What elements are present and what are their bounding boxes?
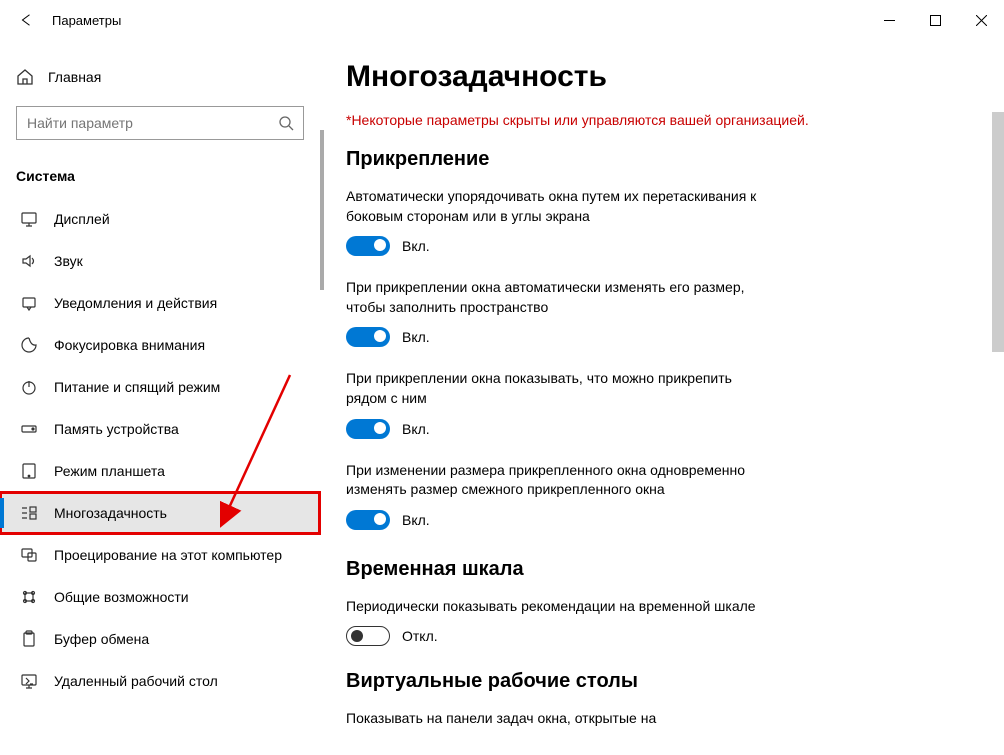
power-icon bbox=[20, 378, 38, 396]
clipboard-icon bbox=[20, 630, 38, 648]
snap-desc-1: При прикреплении окна автоматически изме… bbox=[346, 278, 776, 317]
snap-toggle-1[interactable] bbox=[346, 327, 390, 347]
back-button[interactable] bbox=[14, 8, 38, 32]
snap-toggle-label-0: Вкл. bbox=[402, 238, 430, 254]
focus-icon bbox=[20, 336, 38, 354]
sidebar-item-label: Общие возможности bbox=[54, 589, 189, 605]
snap-desc-2: При прикреплении окна показывать, что мо… bbox=[346, 369, 776, 408]
snap-desc-3: При изменении размера прикрепленного окн… bbox=[346, 461, 776, 500]
minimize-button[interactable] bbox=[866, 4, 912, 36]
window-controls bbox=[866, 4, 1004, 36]
snap-toggle-label-2: Вкл. bbox=[402, 421, 430, 437]
titlebar: Параметры bbox=[0, 0, 1004, 40]
home-label: Главная bbox=[48, 69, 101, 85]
sidebar-item-remote[interactable]: Удаленный рабочий стол bbox=[0, 660, 320, 702]
section-label: Система bbox=[0, 148, 320, 198]
snap-heading: Прикрепление bbox=[346, 148, 976, 171]
snap-toggle-0[interactable] bbox=[346, 236, 390, 256]
sidebar-item-label: Буфер обмена bbox=[54, 631, 149, 647]
sidebar-item-project[interactable]: Проецирование на этот компьютер bbox=[0, 534, 320, 576]
timeline-toggle-label: Откл. bbox=[402, 628, 438, 644]
sidebar-item-label: Уведомления и действия bbox=[54, 295, 217, 311]
sidebar-item-label: Проецирование на этот компьютер bbox=[54, 547, 282, 563]
virtual-heading: Виртуальные рабочие столы bbox=[346, 670, 976, 693]
sidebar-item-label: Память устройства bbox=[54, 421, 179, 437]
snap-toggle-2[interactable] bbox=[346, 419, 390, 439]
storage-icon bbox=[20, 420, 38, 438]
sidebar-item-clipboard[interactable]: Буфер обмена bbox=[0, 618, 320, 660]
multitask-icon bbox=[20, 504, 38, 522]
sidebar-item-label: Питание и спящий режим bbox=[54, 379, 220, 395]
maximize-button[interactable] bbox=[912, 4, 958, 36]
sidebar-item-notifications[interactable]: Уведомления и действия bbox=[0, 282, 320, 324]
remote-icon bbox=[20, 672, 38, 690]
snap-toggle-3[interactable] bbox=[346, 510, 390, 530]
sidebar: Главная Система Дисплей Звук Уведомления и… bbox=[0, 40, 320, 755]
main-content: Многозадачность *Некоторые параметры скр… bbox=[320, 40, 1004, 755]
sidebar-item-label: Звук bbox=[54, 253, 83, 269]
scrollbar-thumb[interactable] bbox=[992, 112, 1004, 352]
timeline-heading: Временная шкала bbox=[346, 558, 976, 581]
sidebar-item-label: Удаленный рабочий стол bbox=[54, 673, 218, 689]
sidebar-item-label: Режим планшета bbox=[54, 463, 165, 479]
virtual-desc: Показывать на панели задач окна, открыты… bbox=[346, 709, 776, 729]
snap-desc-0: Автоматически упорядочивать окна путем и… bbox=[346, 187, 776, 226]
search-input[interactable] bbox=[16, 106, 304, 140]
search-icon bbox=[278, 115, 294, 131]
sidebar-item-storage[interactable]: Память устройства bbox=[0, 408, 320, 450]
scroll-indicator bbox=[320, 130, 324, 290]
sidebar-item-label: Фокусировка внимания bbox=[54, 337, 205, 353]
org-notice: *Некоторые параметры скрыты или управляю… bbox=[346, 112, 976, 128]
sidebar-item-display[interactable]: Дисплей bbox=[0, 198, 320, 240]
nav-list: Дисплей Звук Уведомления и действия Фокусир… bbox=[0, 198, 320, 702]
timeline-desc: Периодически показывать рекомендации на … bbox=[346, 597, 776, 617]
sidebar-item-power[interactable]: Питание и спящий режим bbox=[0, 366, 320, 408]
notifications-icon bbox=[20, 294, 38, 312]
close-button[interactable] bbox=[958, 4, 1004, 36]
project-icon bbox=[20, 546, 38, 564]
scrollbar-track[interactable] bbox=[992, 40, 1004, 755]
page-title: Многозадачность bbox=[346, 60, 976, 94]
sidebar-item-sound[interactable]: Звук bbox=[0, 240, 320, 282]
sidebar-item-multitask[interactable]: Многозадачность bbox=[0, 492, 320, 534]
snap-toggle-label-3: Вкл. bbox=[402, 512, 430, 528]
sidebar-item-label: Многозадачность bbox=[54, 505, 167, 521]
sidebar-item-label: Дисплей bbox=[54, 211, 110, 227]
home-button[interactable]: Главная bbox=[0, 60, 320, 94]
sound-icon bbox=[20, 252, 38, 270]
share-icon bbox=[20, 588, 38, 606]
tablet-icon bbox=[20, 462, 38, 480]
timeline-toggle[interactable] bbox=[346, 626, 390, 646]
display-icon bbox=[20, 210, 38, 228]
sidebar-item-tablet[interactable]: Режим планшета bbox=[0, 450, 320, 492]
home-icon bbox=[16, 68, 34, 86]
snap-toggle-label-1: Вкл. bbox=[402, 329, 430, 345]
sidebar-item-focus[interactable]: Фокусировка внимания bbox=[0, 324, 320, 366]
sidebar-item-share[interactable]: Общие возможности bbox=[0, 576, 320, 618]
window-title: Параметры bbox=[52, 13, 121, 28]
